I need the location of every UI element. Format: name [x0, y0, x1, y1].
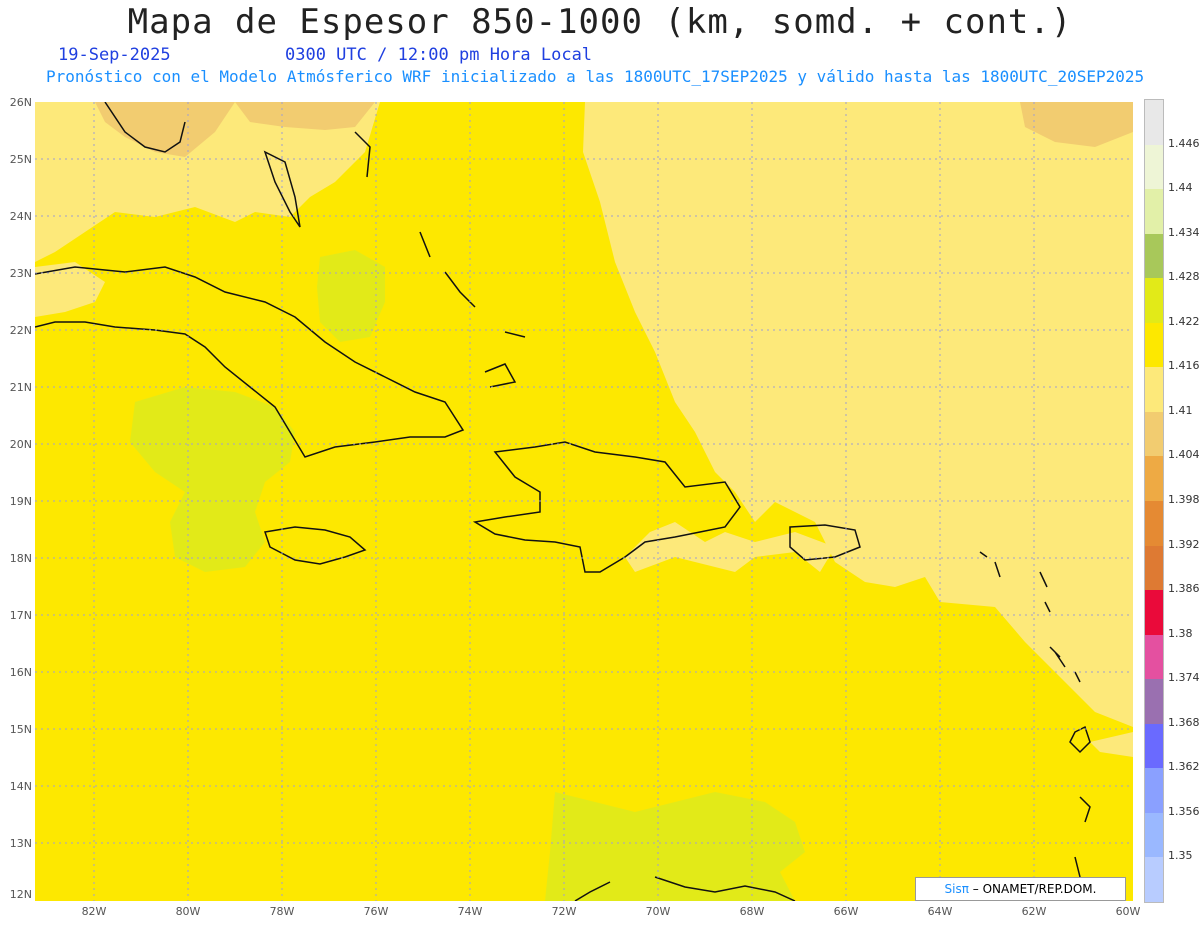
lon-label: 72W — [551, 905, 577, 918]
colorbar-label: 1.356 — [1168, 804, 1200, 818]
lat-label: 24N — [9, 210, 32, 223]
lon-label: 82W — [81, 905, 107, 918]
colorbar-segment — [1145, 501, 1163, 547]
colorbar-segment — [1145, 189, 1163, 235]
lat-label: 13N — [9, 837, 32, 850]
colorbar-label: 1.41 — [1168, 403, 1193, 417]
lat-label: 26N — [9, 96, 32, 109]
colorbar-label: 1.35 — [1168, 849, 1193, 863]
map-title: Mapa de Espesor 850-1000 (km, somd. + co… — [127, 2, 1073, 42]
lon-label: 60W — [1115, 905, 1141, 918]
colorbar-label: 1.374 — [1168, 671, 1200, 685]
lat-label: 19N — [9, 495, 32, 508]
thickness-region-green-cayman — [130, 387, 295, 572]
lat-label: 17N — [9, 609, 32, 622]
colorbar-label: 1.362 — [1168, 760, 1200, 774]
lon-label: 66W — [833, 905, 859, 918]
lon-label: 76W — [363, 905, 389, 918]
colorbar-segment — [1145, 144, 1163, 190]
credit-logo-text: Sisπ — [944, 882, 969, 896]
colorbar-label: 1.434 — [1168, 225, 1200, 239]
lon-label: 78W — [269, 905, 295, 918]
thickness-map — [35, 102, 1133, 901]
lon-label: 70W — [645, 905, 671, 918]
lat-label: 18N — [9, 552, 32, 565]
jamaica-coast — [264, 526, 367, 565]
lon-label: 80W — [175, 905, 201, 918]
colorbar-segment — [1145, 411, 1163, 457]
lat-label: 23N — [9, 267, 32, 280]
lat-label: 15N — [9, 723, 32, 736]
colorbar-label: 1.386 — [1168, 582, 1200, 596]
colorbar-segment — [1145, 634, 1163, 680]
colorbar-segment — [1145, 278, 1163, 324]
colorbar-segment — [1145, 367, 1163, 413]
thickness-region-green-cuba — [317, 250, 385, 342]
lat-label: 12N — [9, 888, 32, 901]
colorbar — [1144, 99, 1164, 903]
colorbar-segment — [1145, 857, 1163, 903]
forecast-subtitle: Pronóstico con el Modelo Atmósferico WRF… — [46, 67, 1145, 86]
colorbar-segment — [1145, 233, 1163, 279]
colorbar-label: 1.404 — [1168, 448, 1200, 462]
lat-label: 25N — [9, 153, 32, 166]
lat-label: 22N — [9, 324, 32, 337]
forecast-date: 19-Sep-2025 — [58, 45, 171, 65]
colorbar-segment — [1145, 456, 1163, 502]
colorbar-segment — [1145, 812, 1163, 858]
colorbar-segment — [1145, 322, 1163, 368]
colorbar-label: 1.446 — [1168, 136, 1200, 150]
lat-label: 21N — [9, 381, 32, 394]
thickness-region-light-se — [1090, 732, 1133, 757]
colorbar-label: 1.368 — [1168, 715, 1200, 729]
map-canvas — [35, 102, 1133, 901]
colorbar-segment — [1145, 590, 1163, 636]
lat-label: 16N — [9, 666, 32, 679]
lon-label: 62W — [1021, 905, 1047, 918]
thickness-region-light-east — [583, 102, 1133, 727]
lon-label: 64W — [927, 905, 953, 918]
colorbar-label: 1.416 — [1168, 359, 1200, 373]
colorbar-label: 1.38 — [1168, 626, 1193, 640]
lon-label: 74W — [457, 905, 483, 918]
thickness-region-light-sw-islands — [625, 522, 835, 572]
colorbar-segment — [1145, 768, 1163, 814]
colorbar-label: 1.428 — [1168, 270, 1200, 284]
forecast-time: 0300 UTC / 12:00 pm Hora Local — [285, 45, 593, 65]
thickness-region-green-south — [545, 792, 805, 901]
colorbar-label: 1.398 — [1168, 493, 1200, 506]
colorbar-segment — [1145, 100, 1163, 146]
credit-box: Sisπ – ONAMET/REP.DOM. — [915, 877, 1126, 901]
lon-label: 68W — [739, 905, 765, 918]
lat-label: 20N — [9, 438, 32, 451]
lat-label: 14N — [9, 780, 32, 793]
credit-text: – ONAMET/REP.DOM. — [968, 882, 1097, 896]
colorbar-label: 1.44 — [1168, 181, 1193, 195]
colorbar-segment — [1145, 545, 1163, 591]
colorbar-segment — [1145, 723, 1163, 769]
colorbar-label: 1.422 — [1168, 314, 1200, 328]
colorbar-label: 1.392 — [1168, 537, 1200, 551]
colorbar-segment — [1145, 679, 1163, 725]
